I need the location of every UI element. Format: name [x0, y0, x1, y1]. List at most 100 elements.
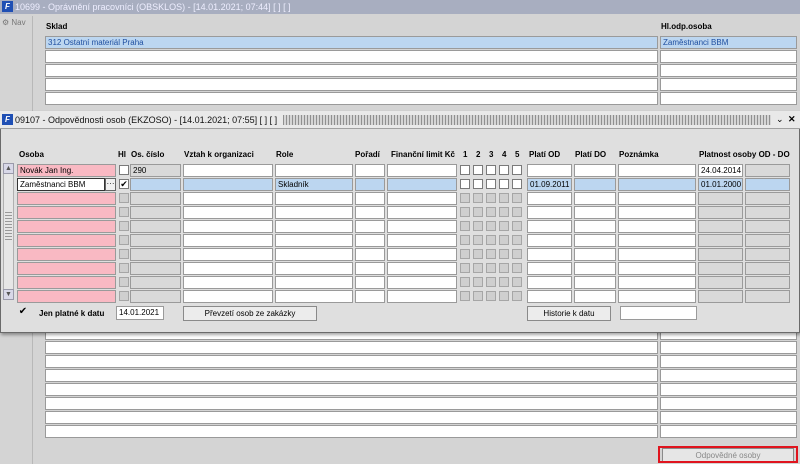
role-cell[interactable] — [275, 262, 353, 275]
hl-checkbox[interactable] — [119, 165, 129, 175]
flag-1-checkbox[interactable] — [460, 263, 470, 273]
flag-4-checkbox[interactable] — [499, 193, 509, 203]
poradi-cell[interactable] — [355, 192, 385, 205]
vztah-cell[interactable] — [183, 290, 273, 303]
limit-cell[interactable] — [387, 220, 457, 233]
hlodp-cell[interactable] — [660, 341, 797, 354]
sklad-cell-selected[interactable]: 312 Ostatní materiál Praha — [45, 36, 658, 49]
flag-1-checkbox[interactable] — [460, 165, 470, 175]
plati-do-cell[interactable] — [574, 248, 616, 261]
hlodp-cell[interactable] — [660, 369, 797, 382]
plati-od-cell[interactable] — [527, 276, 572, 289]
flag-2-checkbox[interactable] — [473, 291, 483, 301]
flag-4-checkbox[interactable] — [499, 165, 509, 175]
flag-1-checkbox[interactable] — [460, 207, 470, 217]
flag-2-checkbox[interactable] — [473, 235, 483, 245]
minimize-icon[interactable]: ⌄ — [776, 113, 784, 125]
flag-4-checkbox[interactable] — [499, 179, 509, 189]
role-cell[interactable] — [275, 164, 353, 177]
plati-do-cell[interactable] — [574, 178, 616, 191]
hlodp-cell[interactable] — [660, 397, 797, 410]
flag-2-checkbox[interactable] — [473, 179, 483, 189]
flag-4-checkbox[interactable] — [499, 277, 509, 287]
flag-2-checkbox[interactable] — [473, 207, 483, 217]
hl-checkbox[interactable] — [119, 291, 129, 301]
poradi-cell[interactable] — [355, 276, 385, 289]
row2-lov-button[interactable]: ··· — [105, 178, 116, 191]
jen-platne-checkbox[interactable]: ✔ — [18, 307, 28, 318]
plati-do-cell[interactable] — [574, 262, 616, 275]
hl-checkbox[interactable] — [119, 207, 129, 217]
flag-1-checkbox[interactable] — [460, 291, 470, 301]
limit-cell[interactable] — [387, 262, 457, 275]
hlodp-cell-selected[interactable]: Zaměstnanci BBM — [660, 36, 797, 49]
flag-4-checkbox[interactable] — [499, 207, 509, 217]
osoba-cell[interactable] — [17, 262, 116, 275]
sklad-cell[interactable] — [45, 369, 658, 382]
sklad-cell[interactable] — [45, 92, 658, 105]
limit-cell[interactable] — [387, 192, 457, 205]
osoba-cell[interactable] — [17, 234, 116, 247]
poznamka-cell[interactable] — [618, 248, 696, 261]
hlodp-cell[interactable] — [660, 355, 797, 368]
limit-cell[interactable] — [387, 276, 457, 289]
limit-cell[interactable] — [387, 248, 457, 261]
plati-od-cell[interactable] — [527, 234, 572, 247]
poznamka-cell[interactable] — [618, 262, 696, 275]
flag-1-checkbox[interactable] — [460, 193, 470, 203]
sklad-cell[interactable] — [45, 383, 658, 396]
platnost-do-cell[interactable] — [745, 178, 790, 191]
role-cell[interactable] — [275, 248, 353, 261]
sklad-cell[interactable] — [45, 411, 658, 424]
row2-platnost-od[interactable]: 01.01.2000 — [698, 178, 743, 191]
osoba-cell[interactable] — [17, 206, 116, 219]
poznamka-cell[interactable] — [618, 192, 696, 205]
row2-role[interactable]: Skladník — [275, 178, 353, 191]
poznamka-cell[interactable] — [618, 290, 696, 303]
role-cell[interactable] — [275, 234, 353, 247]
flag-5-checkbox[interactable] — [512, 277, 522, 287]
vztah-cell[interactable] — [183, 178, 273, 191]
row2-plati-od[interactable]: 01.09.2011 — [527, 178, 572, 191]
poradi-cell[interactable] — [355, 248, 385, 261]
flag-4-checkbox[interactable] — [499, 249, 509, 259]
flag-3-checkbox[interactable] — [486, 291, 496, 301]
flag-3-checkbox[interactable] — [486, 249, 496, 259]
poznamka-cell[interactable] — [618, 234, 696, 247]
flag-3-checkbox[interactable] — [486, 263, 496, 273]
row1-platnost-od[interactable]: 24.04.2014 — [698, 164, 743, 177]
sklad-cell[interactable] — [45, 397, 658, 410]
limit-cell[interactable] — [387, 178, 457, 191]
plati-do-cell[interactable] — [574, 276, 616, 289]
hlodp-cell[interactable] — [660, 64, 797, 77]
poznamka-cell[interactable] — [618, 164, 696, 177]
row2-osoba-input[interactable]: Zaměstnanci BBM — [17, 178, 105, 191]
poradi-cell[interactable] — [355, 220, 385, 233]
osoba-cell[interactable] — [17, 248, 116, 261]
vztah-cell[interactable] — [183, 192, 273, 205]
sklad-cell[interactable] — [45, 425, 658, 438]
hlodp-cell[interactable] — [660, 50, 797, 63]
scroll-down-button[interactable]: ▼ — [3, 289, 14, 300]
flag-2-checkbox[interactable] — [473, 165, 483, 175]
vztah-cell[interactable] — [183, 234, 273, 247]
flag-3-checkbox[interactable] — [486, 221, 496, 231]
flag-2-checkbox[interactable] — [473, 277, 483, 287]
flag-5-checkbox[interactable] — [512, 193, 522, 203]
limit-cell[interactable] — [387, 290, 457, 303]
role-cell[interactable] — [275, 290, 353, 303]
flag-4-checkbox[interactable] — [499, 235, 509, 245]
flag-4-checkbox[interactable] — [499, 291, 509, 301]
flag-3-checkbox[interactable] — [486, 179, 496, 189]
flag-5-checkbox[interactable] — [512, 221, 522, 231]
plati-do-cell[interactable] — [574, 234, 616, 247]
plati-od-cell[interactable] — [527, 248, 572, 261]
flag-1-checkbox[interactable] — [460, 221, 470, 231]
poznamka-cell[interactable] — [618, 276, 696, 289]
hl-checkbox[interactable] — [119, 193, 129, 203]
hl-checkbox[interactable] — [119, 263, 129, 273]
sklad-cell[interactable] — [45, 341, 658, 354]
plati-od-cell[interactable] — [527, 220, 572, 233]
historie-button[interactable]: Historie k datu — [527, 306, 611, 321]
flag-5-checkbox[interactable] — [512, 179, 522, 189]
